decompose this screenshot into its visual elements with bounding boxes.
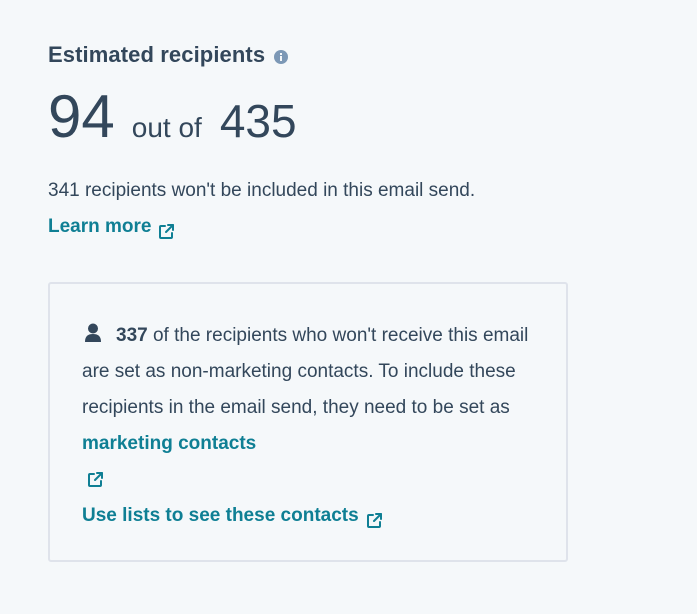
- marketing-contacts-external-link[interactable]: [82, 462, 536, 498]
- recipients-panel: Estimated recipients 94 out of 435 341 r…: [48, 40, 648, 245]
- recipient-count: 94 out of 435: [48, 87, 648, 157]
- info-icon[interactable]: [273, 49, 289, 65]
- external-link-icon: [88, 472, 103, 488]
- notice-text: 337 of the recipients who won't receive …: [82, 318, 536, 534]
- person-icon: [84, 320, 102, 342]
- external-link-icon: [157, 218, 176, 239]
- included-count: 94: [48, 83, 115, 150]
- non-marketing-notice: 337 of the recipients who won't receive …: [48, 282, 568, 562]
- page-title: Estimated recipients: [48, 42, 266, 67]
- total-count: 435: [219, 95, 297, 147]
- use-lists-label: Use lists to see these contacts: [82, 505, 359, 526]
- learn-more-label: Learn more: [48, 216, 152, 237]
- non-marketing-count: 337: [116, 325, 148, 346]
- count-separator: out of: [131, 112, 202, 143]
- marketing-contacts-link[interactable]: marketing contacts: [82, 433, 256, 454]
- heading-row: Estimated recipients: [48, 40, 648, 70]
- use-lists-link[interactable]: Use lists to see these contacts: [82, 498, 384, 534]
- notice-body: of the recipients who won't receive this…: [82, 325, 529, 418]
- excluded-summary: 341 recipients won't be included in this…: [48, 180, 476, 201]
- external-link-icon: [365, 507, 384, 528]
- learn-more-link[interactable]: Learn more: [48, 209, 176, 245]
